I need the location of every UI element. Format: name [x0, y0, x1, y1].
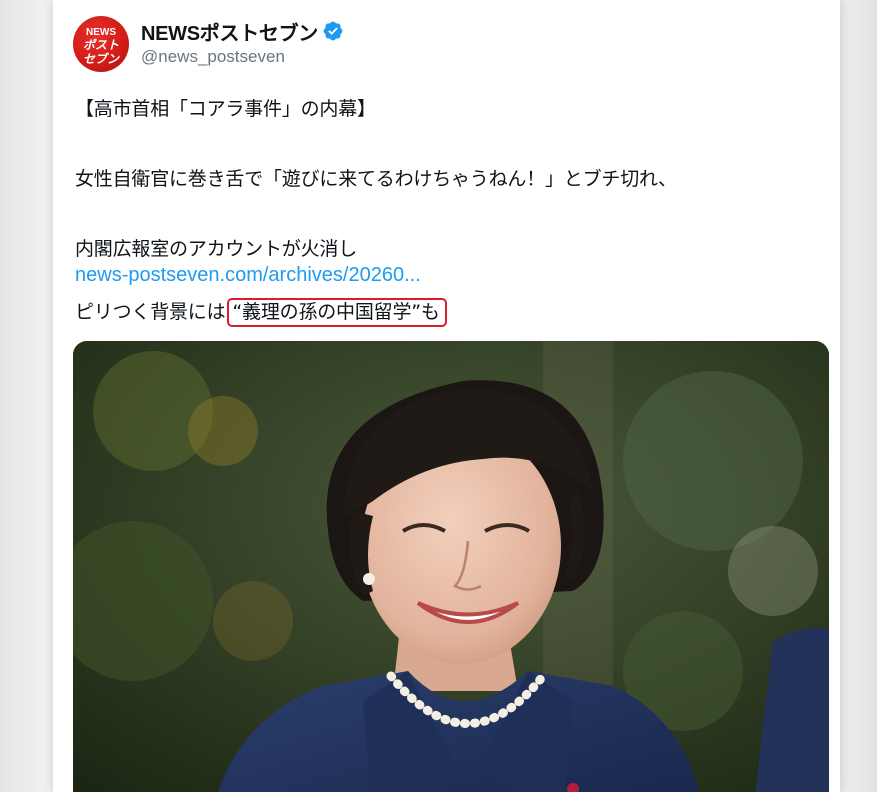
account-avatar[interactable]: NEWS ポスト セブン: [73, 16, 129, 72]
article-link[interactable]: news-postseven.com/archives/20260...: [75, 264, 421, 287]
tweet-title: 【高市首相「コアラ事件」の内幕】: [75, 98, 376, 120]
display-name[interactable]: NEWSポストセブン: [141, 17, 318, 46]
tweet-text-line-2: 内閣広報室のアカウントが火消し: [75, 238, 358, 260]
account-name-row[interactable]: NEWSポストセブン: [141, 17, 344, 45]
svg-text:ポスト: ポスト: [83, 38, 119, 52]
screenshot-background: NEWS ポスト セブン NEWSポストセブン @news_postseven …: [0, 0, 877, 792]
newspostseven-logo-icon: NEWS ポスト セブン: [83, 27, 120, 66]
svg-text:セブン: セブン: [83, 52, 120, 66]
account-handle[interactable]: @news_postseven: [141, 47, 285, 67]
verified-badge-icon: [323, 21, 343, 41]
red-highlight-box: “義理の孫の中国留学”も: [227, 298, 447, 327]
svg-text:NEWS: NEWS: [86, 27, 116, 38]
tweet-text-line-1: 女性自衛官に巻き舌で「遊びに来てるわけちゃうねん！」とブチ切れ、: [75, 168, 677, 190]
tweet-photo[interactable]: [73, 341, 829, 792]
tweet-card[interactable]: NEWS ポスト セブン NEWSポストセブン @news_postseven …: [53, 0, 840, 792]
tweet-text-line-3: ピリつく背景には “義理の孫の中国留学”も: [75, 297, 447, 327]
tweet-text-line-3-prefix: ピリつく背景には: [75, 301, 226, 323]
photo-illustration: [73, 341, 829, 792]
